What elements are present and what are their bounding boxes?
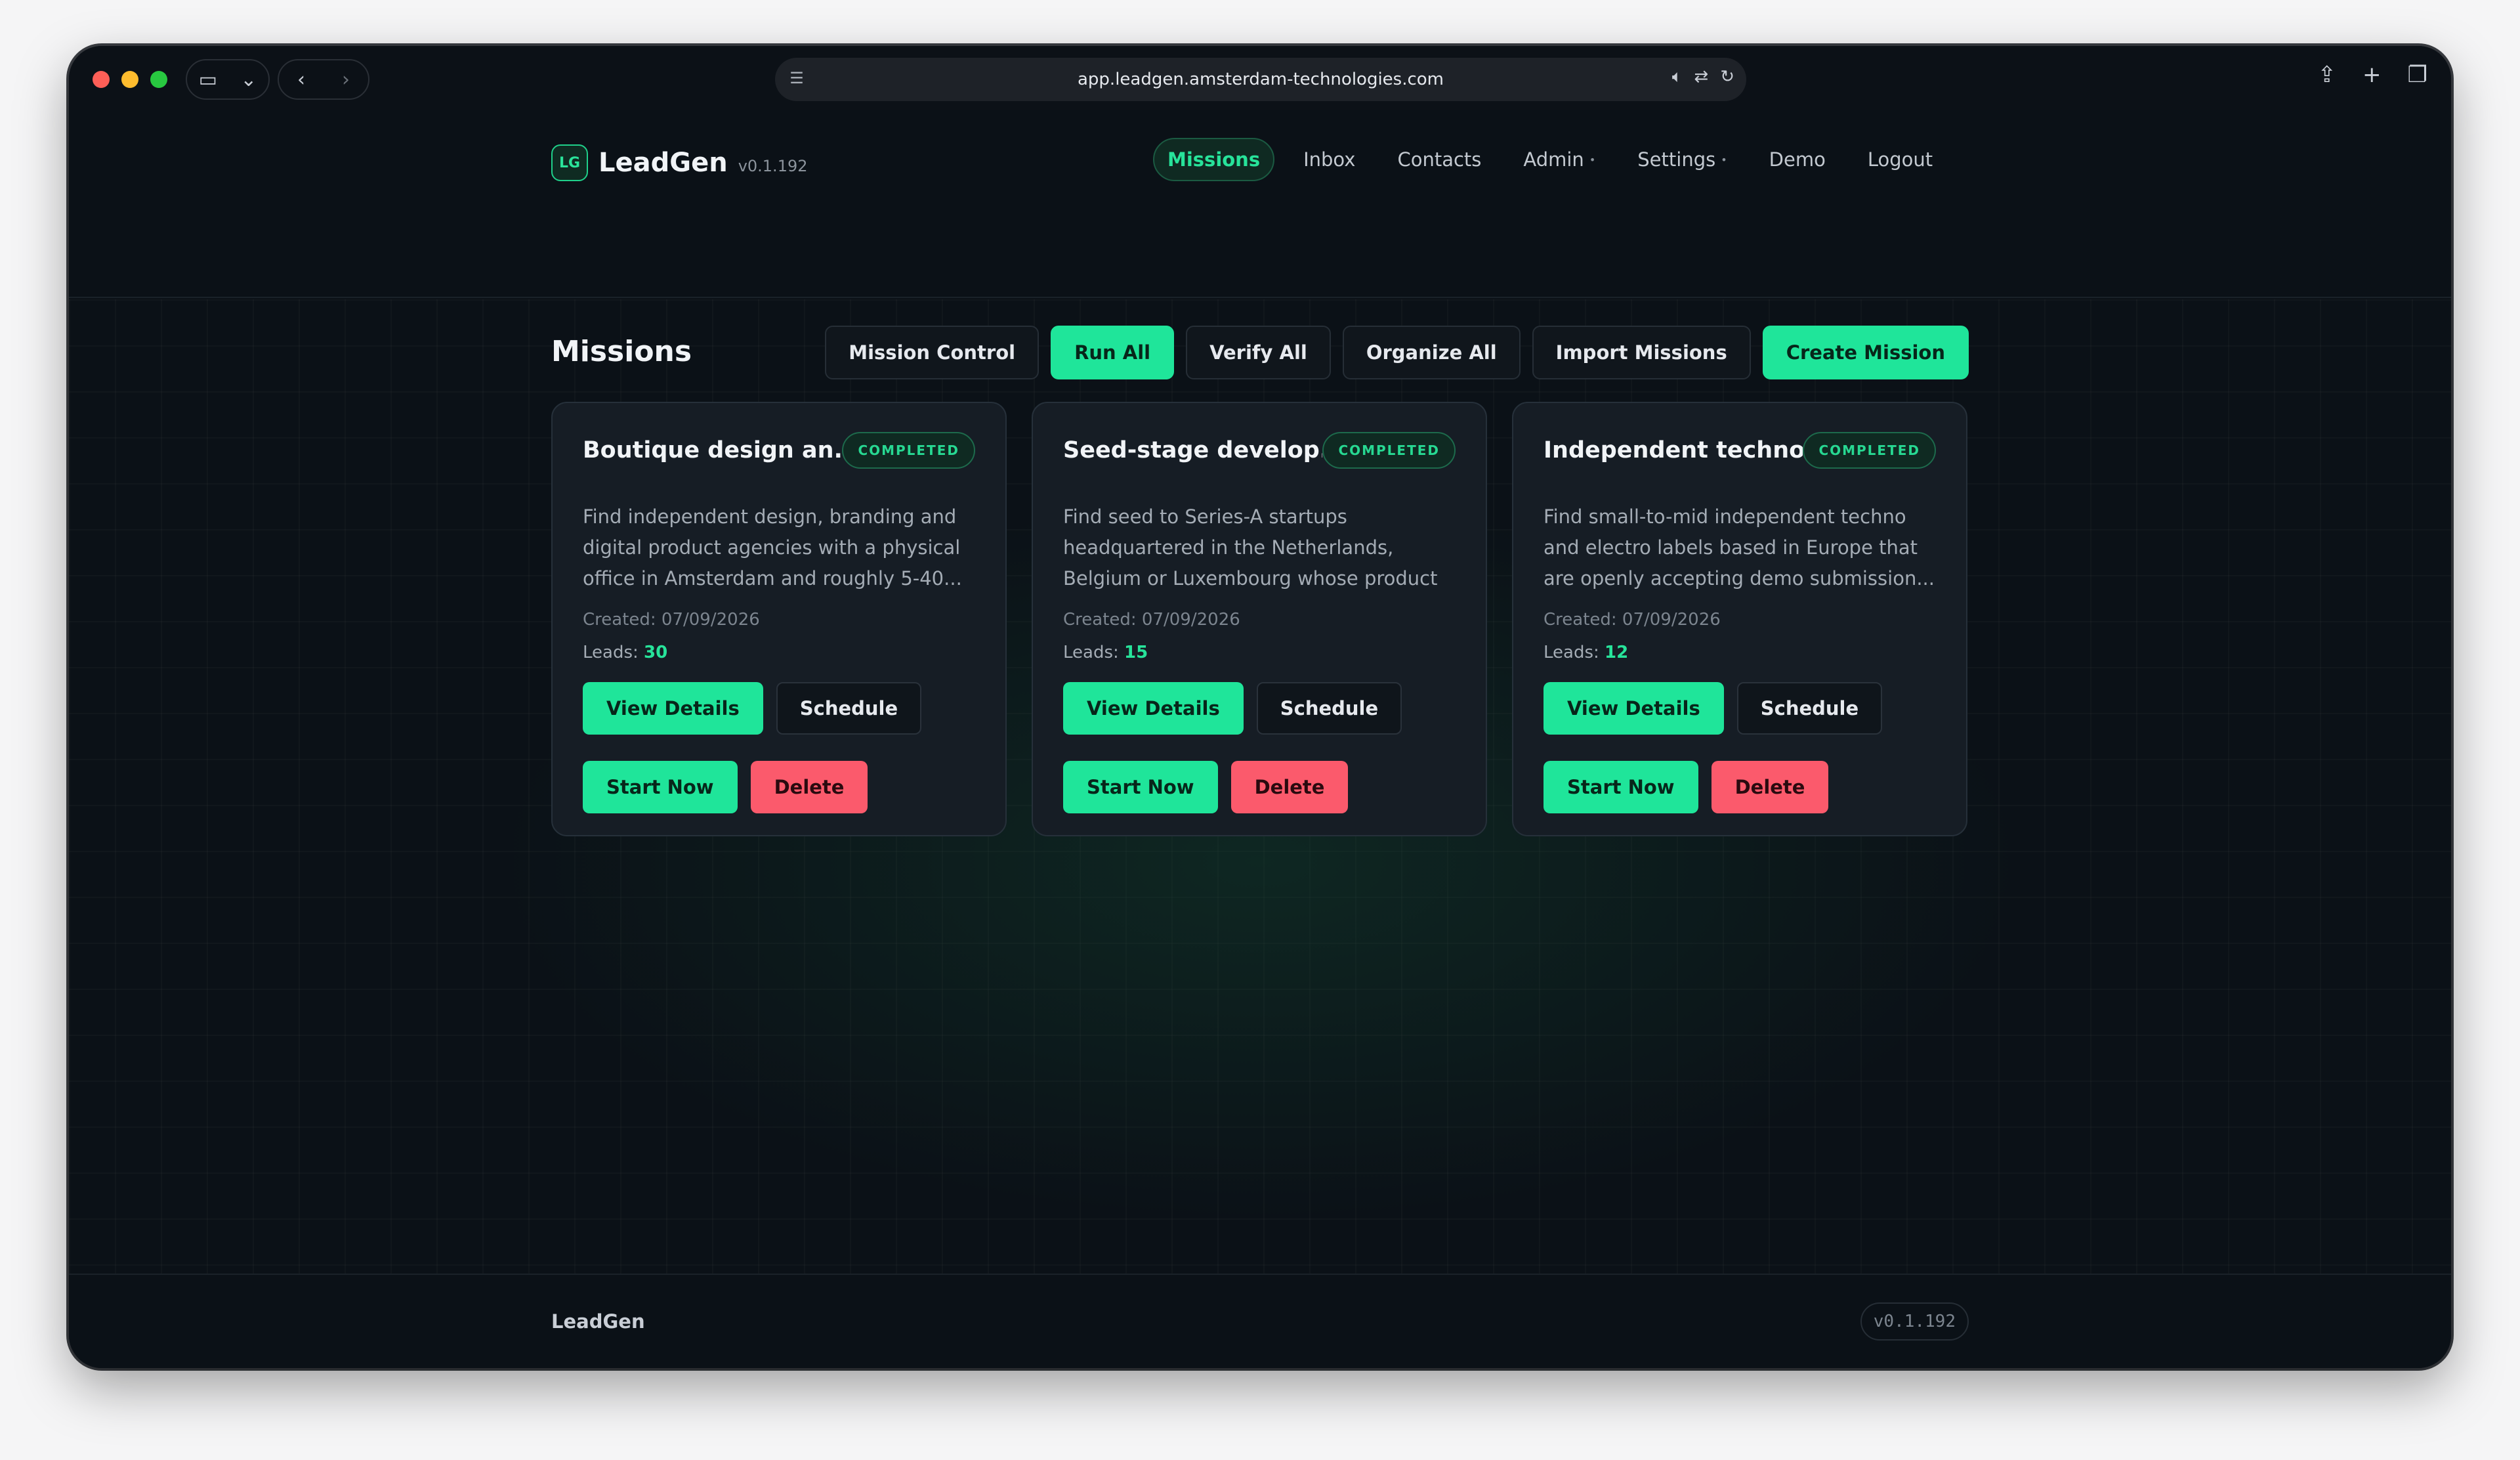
footer-brand: LeadGen — [551, 1310, 645, 1333]
address-bar[interactable]: ☰ app.leadgen.amsterdam-technologies.com… — [775, 58, 1746, 101]
mission-card: Seed-stage develop... COMPLETED Find see… — [1032, 402, 1487, 836]
schedule-button[interactable]: Schedule — [1736, 682, 1883, 735]
tabs-overview-icon[interactable]: ❐ — [2408, 62, 2427, 88]
new-tab-icon[interactable]: + — [2362, 62, 2382, 88]
leads-count: 15 — [1124, 643, 1148, 662]
speaker-icon[interactable]: 🔈︎ — [1672, 67, 1683, 87]
mission-leads: Leads: 12 — [1544, 643, 1629, 662]
mission-leads: Leads: 30 — [583, 643, 668, 662]
back-icon[interactable]: ‹ — [297, 68, 305, 91]
browser-chrome: ▭ ⌄ ‹ › ☰ app.leadgen.amsterdam-technolo… — [69, 46, 2451, 110]
delete-button[interactable]: Delete — [750, 761, 868, 813]
brand[interactable]: LG LeadGen v0.1.192 — [551, 144, 808, 181]
brand-version: v0.1.192 — [738, 157, 808, 175]
dropdown-dot-icon: • — [1589, 153, 1596, 166]
nav-inbox[interactable]: Inbox — [1290, 139, 1368, 180]
maximize-window-button[interactable] — [150, 71, 167, 88]
start-now-button[interactable]: Start Now — [583, 761, 738, 813]
forward-icon[interactable]: › — [342, 68, 350, 91]
schedule-button[interactable]: Schedule — [1256, 682, 1402, 735]
schedule-button[interactable]: Schedule — [776, 682, 922, 735]
status-badge: COMPLETED — [1803, 432, 1936, 469]
view-details-button[interactable]: View Details — [1544, 682, 1724, 735]
start-now-button[interactable]: Start Now — [1544, 761, 1698, 813]
url-text: app.leadgen.amsterdam-technologies.com — [1077, 70, 1444, 89]
brand-logo: LG — [551, 144, 588, 181]
history-nav: ‹ › — [278, 59, 369, 100]
main-content: Missions Mission Control Run All Verify … — [69, 299, 2451, 1321]
page-title: Missions — [551, 335, 692, 368]
nav-demo[interactable]: Demo — [1756, 139, 1839, 180]
nav-admin[interactable]: Admin • — [1510, 139, 1608, 180]
verify-all-button[interactable]: Verify All — [1186, 326, 1331, 379]
nav-contacts[interactable]: Contacts — [1384, 139, 1494, 180]
run-all-button[interactable]: Run All — [1051, 326, 1175, 379]
main-nav: Missions Inbox Contacts Admin • Settings •… — [1153, 138, 1946, 181]
window-controls — [93, 71, 167, 88]
browser-window: ▭ ⌄ ‹ › ☰ app.leadgen.amsterdam-technolo… — [69, 46, 2451, 1368]
mission-title[interactable]: Independent techno... — [1544, 437, 1803, 463]
sidebar-toggle-button[interactable]: ▭ ⌄ — [186, 59, 270, 100]
status-badge: COMPLETED — [842, 432, 975, 469]
delete-button[interactable]: Delete — [1711, 761, 1829, 813]
view-details-button[interactable]: View Details — [1063, 682, 1244, 735]
missions-toolbar: Mission Control Run All Verify All Organ… — [825, 326, 1969, 379]
translate-icon[interactable]: ⇄ — [1694, 67, 1708, 87]
mission-title[interactable]: Seed-stage develop... — [1063, 437, 1322, 463]
mission-leads: Leads: 15 — [1063, 643, 1148, 662]
leads-count: 12 — [1605, 643, 1629, 662]
brand-name: LeadGen — [598, 148, 728, 178]
mission-title[interactable]: Boutique design an... — [583, 437, 842, 463]
mission-control-button[interactable]: Mission Control — [825, 326, 1040, 379]
mission-description: Find independent design, branding and di… — [583, 505, 962, 590]
sidebar-icon: ▭ — [198, 68, 217, 91]
nav-logout[interactable]: Logout — [1855, 139, 1946, 180]
nav-settings[interactable]: Settings • — [1624, 139, 1740, 180]
organize-all-button[interactable]: Organize All — [1342, 326, 1521, 379]
delete-button[interactable]: Delete — [1230, 761, 1349, 813]
start-now-button[interactable]: Start Now — [1063, 761, 1218, 813]
close-window-button[interactable] — [93, 71, 110, 88]
chevron-down-icon: ⌄ — [240, 68, 257, 91]
mission-description: Find small-to-mid independent techno and… — [1544, 505, 1935, 590]
leads-count: 30 — [644, 643, 668, 662]
mission-card: Boutique design an... COMPLETED Find ind… — [551, 402, 1007, 836]
create-mission-button[interactable]: Create Mission — [1762, 326, 1969, 379]
mission-created: Created: 07/09/2026 — [1063, 610, 1240, 630]
share-icon[interactable]: ⇪ — [2318, 62, 2337, 88]
status-badge: COMPLETED — [1322, 432, 1456, 469]
footer-version: v0.1.192 — [1860, 1302, 1969, 1341]
reload-icon[interactable]: ↻ — [1720, 67, 1734, 87]
mission-cards: Boutique design an... COMPLETED Find ind… — [551, 402, 1967, 836]
page-settings-icon[interactable]: ☰ — [787, 68, 807, 88]
mission-created: Created: 07/09/2026 — [1544, 610, 1721, 630]
app-footer: LeadGen v0.1.192 — [69, 1274, 2451, 1368]
mission-card: Independent techno... COMPLETED Find sma… — [1512, 402, 1967, 836]
mission-description: Find seed to Series-A startups headquart… — [1063, 505, 1438, 590]
app-header: LG LeadGen v0.1.192 Missions Inbox Conta… — [69, 110, 2451, 298]
mission-created: Created: 07/09/2026 — [583, 610, 760, 630]
minimize-window-button[interactable] — [121, 71, 138, 88]
dropdown-dot-icon: • — [1721, 153, 1727, 166]
import-missions-button[interactable]: Import Missions — [1532, 326, 1751, 379]
nav-missions[interactable]: Missions — [1153, 138, 1275, 181]
view-details-button[interactable]: View Details — [583, 682, 763, 735]
